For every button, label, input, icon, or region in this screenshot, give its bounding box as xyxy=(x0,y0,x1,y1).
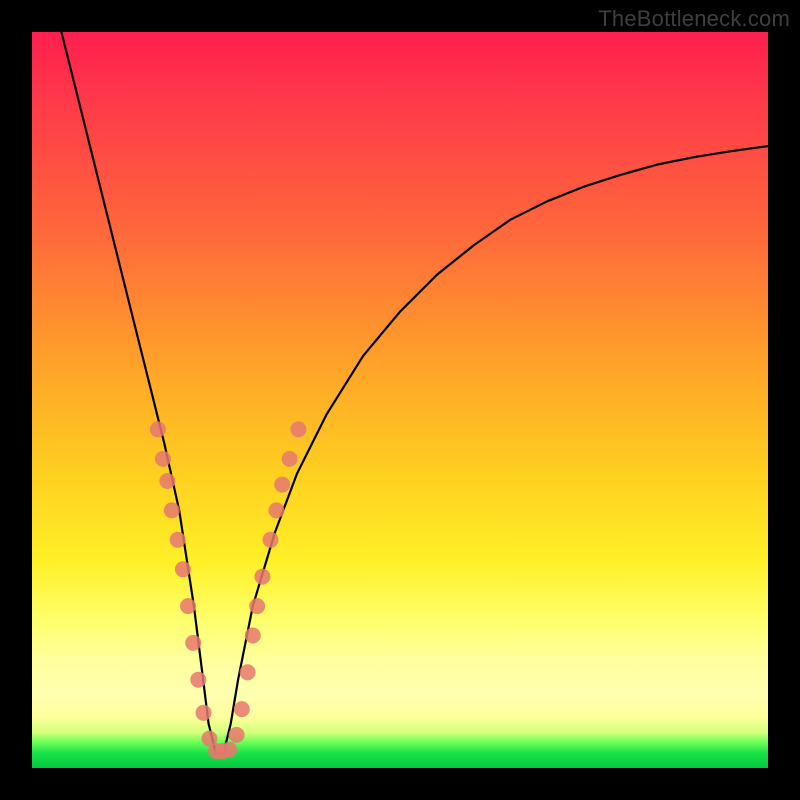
marker-dot xyxy=(196,705,212,721)
curve-layer xyxy=(32,32,768,768)
chart-frame: TheBottleneck.com xyxy=(0,0,800,800)
marker-dot xyxy=(268,502,284,518)
marker-dot xyxy=(175,561,191,577)
plot-area xyxy=(32,32,768,768)
marker-dot xyxy=(180,598,196,614)
marker-dot xyxy=(159,473,175,489)
marker-cluster xyxy=(150,421,307,759)
marker-dot xyxy=(254,569,270,585)
marker-dot xyxy=(170,532,186,548)
marker-dot xyxy=(245,628,261,644)
marker-dot xyxy=(150,421,166,437)
marker-dot xyxy=(164,502,180,518)
marker-dot xyxy=(263,532,279,548)
marker-dot xyxy=(190,672,206,688)
marker-dot xyxy=(155,451,171,467)
marker-dot xyxy=(185,635,201,651)
marker-dot xyxy=(249,598,265,614)
watermark-text: TheBottleneck.com xyxy=(598,6,790,32)
marker-dot xyxy=(240,664,256,680)
bottleneck-curve xyxy=(61,32,768,753)
marker-dot xyxy=(229,727,245,743)
marker-dot xyxy=(282,451,298,467)
marker-dot xyxy=(290,421,306,437)
marker-dot xyxy=(221,742,237,758)
marker-dot xyxy=(274,477,290,493)
marker-dot xyxy=(234,701,250,717)
